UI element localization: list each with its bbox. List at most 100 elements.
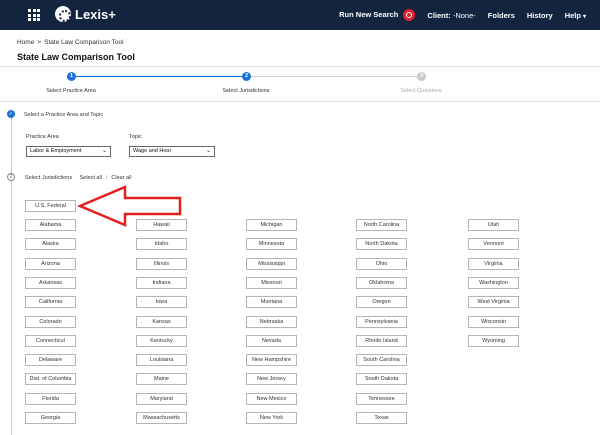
jurisdiction-button[interactable]: Oklahoma bbox=[356, 276, 407, 289]
jurisdiction-button[interactable]: Hawaii bbox=[136, 219, 187, 231]
history-link[interactable]: History bbox=[527, 11, 553, 20]
jurisdiction-button[interactable]: North Carolina bbox=[356, 219, 407, 231]
jurisdiction-button[interactable]: Iowa bbox=[136, 296, 187, 309]
stepper-line-pending bbox=[250, 76, 422, 77]
step-3-indicator: 3 bbox=[417, 72, 426, 81]
section-2-indicator: 2 bbox=[7, 173, 15, 181]
practice-area-label: Practice Area bbox=[26, 134, 59, 140]
checkmark-icon: ✓ bbox=[7, 110, 15, 118]
chevron-down-icon: ▾ bbox=[582, 13, 586, 20]
step-2-label: Select Jurisdictions bbox=[222, 88, 270, 94]
practice-area-select[interactable]: Labor & Employment ⌄ bbox=[26, 146, 111, 157]
stepper-line-done bbox=[72, 76, 246, 77]
jurisdiction-button[interactable]: North Dakota bbox=[356, 238, 407, 251]
jurisdiction-button[interactable]: Louisiana bbox=[136, 354, 187, 367]
jurisdiction-button[interactable]: Tennessee bbox=[356, 392, 407, 405]
jurisdiction-button[interactable]: Arkansas bbox=[25, 276, 76, 289]
jurisdiction-button[interactable]: Texas bbox=[356, 412, 407, 424]
topic-value: Wage and Hour bbox=[133, 148, 172, 154]
folders-link[interactable]: Folders bbox=[488, 11, 515, 20]
lexis-logo-icon bbox=[55, 6, 71, 22]
client-label: Client: bbox=[427, 10, 451, 20]
jurisdiction-button[interactable]: Montana bbox=[246, 296, 297, 309]
jurisdiction-button[interactable]: Colorado bbox=[25, 315, 76, 328]
nav-links: Run New Search Client: -None- Folders Hi… bbox=[327, 0, 586, 30]
jurisdiction-button[interactable]: Pennsylvania bbox=[356, 315, 407, 328]
step-1-indicator[interactable]: 1 bbox=[67, 72, 76, 81]
jurisdiction-button[interactable]: Missouri bbox=[246, 276, 297, 289]
client-value: -None- bbox=[452, 10, 476, 20]
jurisdiction-button[interactable]: California bbox=[25, 296, 76, 309]
app-grid-icon[interactable] bbox=[28, 9, 40, 21]
logo-text: Lexis+ bbox=[75, 6, 116, 22]
practice-area-value: Labor & Employment bbox=[30, 148, 82, 154]
jurisdiction-button[interactable]: Idaho bbox=[136, 238, 187, 251]
jurisdiction-button[interactable]: Delaware bbox=[25, 354, 76, 367]
help-link[interactable]: Help ▾ bbox=[565, 11, 586, 20]
jurisdiction-button[interactable]: Virginia bbox=[468, 257, 519, 270]
jurisdiction-button[interactable]: Minnesota bbox=[246, 238, 297, 251]
section-1-heading: Select a Practice Area and Topic bbox=[24, 112, 104, 118]
jurisdiction-button[interactable]: Utah bbox=[468, 219, 519, 231]
divider bbox=[0, 66, 600, 67]
jurisdiction-button[interactable]: Alabama bbox=[25, 219, 76, 231]
select-all-link[interactable]: Select all bbox=[80, 175, 102, 181]
jurisdiction-button[interactable]: Indiana bbox=[136, 276, 187, 289]
section-2-heading: Select Jurisdictions bbox=[25, 175, 73, 181]
topic-label: Topic bbox=[129, 134, 142, 140]
jurisdiction-us-federal[interactable]: U.S. Federal bbox=[25, 200, 76, 212]
jurisdiction-button[interactable]: Connecticut bbox=[25, 334, 76, 347]
chevron-down-icon: ⌄ bbox=[205, 148, 211, 154]
run-new-search-button[interactable]: Run New Search bbox=[339, 9, 416, 21]
timeline-line bbox=[11, 112, 12, 435]
jurisdiction-button[interactable]: Washington bbox=[468, 276, 519, 289]
page-title: State Law Comparison Tool bbox=[17, 52, 135, 62]
jurisdiction-button[interactable]: New York bbox=[246, 412, 297, 424]
jurisdiction-button[interactable]: Maine bbox=[136, 373, 187, 386]
jurisdiction-button[interactable]: Rhode Island bbox=[356, 334, 407, 347]
divider bbox=[0, 101, 600, 102]
breadcrumb-current: State Law Comparison Tool bbox=[44, 39, 124, 46]
step-1-label: Select Practice Area bbox=[46, 88, 96, 94]
clear-all-link[interactable]: Clear all bbox=[111, 175, 131, 181]
jurisdiction-button[interactable]: Florida bbox=[25, 392, 76, 405]
jurisdiction-button[interactable]: Nevada bbox=[246, 334, 297, 347]
jurisdiction-button[interactable]: Illinois bbox=[136, 257, 187, 270]
jurisdiction-button[interactable]: Kansas bbox=[136, 315, 187, 328]
client-selector[interactable]: Client: -None- bbox=[427, 11, 475, 20]
jurisdiction-button[interactable]: New Hampshire bbox=[246, 354, 297, 367]
breadcrumb-separator: > bbox=[37, 39, 42, 46]
jurisdiction-button[interactable]: South Dakota bbox=[356, 373, 407, 386]
jurisdiction-button[interactable]: Georgia bbox=[25, 412, 76, 424]
jurisdiction-button[interactable]: Maryland bbox=[136, 392, 187, 405]
lexis-logo[interactable]: Lexis+ bbox=[55, 6, 116, 22]
jurisdiction-button[interactable]: Michigan bbox=[246, 219, 297, 231]
jurisdiction-button[interactable]: Massachusetts bbox=[136, 412, 187, 424]
jurisdiction-controls: Select Jurisdictions Select all | Clear al… bbox=[25, 175, 132, 181]
jurisdiction-button[interactable]: Vermont bbox=[468, 238, 519, 251]
step-2-indicator[interactable]: 2 bbox=[242, 72, 251, 81]
run-new-search-label: Run New Search bbox=[339, 9, 399, 19]
jurisdiction-button[interactable]: Wisconsin bbox=[468, 315, 519, 328]
topic-select[interactable]: Wage and Hour ⌄ bbox=[129, 146, 215, 157]
breadcrumb-home[interactable]: Home bbox=[17, 39, 34, 46]
jurisdiction-button[interactable]: New Mexico bbox=[246, 392, 297, 405]
jurisdiction-button[interactable]: Nebraska bbox=[246, 315, 297, 328]
jurisdiction-button[interactable]: Mississippi bbox=[246, 257, 297, 270]
help-label: Help bbox=[564, 10, 581, 20]
top-nav-bar: Lexis+ Run New Search Client: -None- Fol… bbox=[0, 0, 600, 30]
jurisdiction-button[interactable]: South Carolina bbox=[356, 354, 407, 367]
jurisdiction-button[interactable]: New Jersey bbox=[246, 373, 297, 386]
jurisdiction-button[interactable]: Wyoming bbox=[468, 334, 519, 347]
jurisdiction-button[interactable]: Oregon bbox=[356, 296, 407, 309]
jurisdiction-button[interactable]: Arizona bbox=[25, 257, 76, 270]
jurisdiction-button[interactable]: West Virginia bbox=[468, 296, 519, 309]
search-icon bbox=[403, 9, 416, 21]
step-3-label: Select Questions bbox=[400, 88, 442, 94]
jurisdiction-button[interactable]: Alaska bbox=[25, 238, 76, 251]
jurisdiction-button[interactable]: Kentucky bbox=[136, 334, 187, 347]
breadcrumb: Home > State Law Comparison Tool bbox=[17, 39, 124, 46]
chevron-down-icon: ⌄ bbox=[101, 148, 107, 154]
jurisdiction-button[interactable]: Ohio bbox=[356, 257, 407, 270]
jurisdiction-button[interactable]: Dist. of Columbia bbox=[25, 373, 76, 386]
